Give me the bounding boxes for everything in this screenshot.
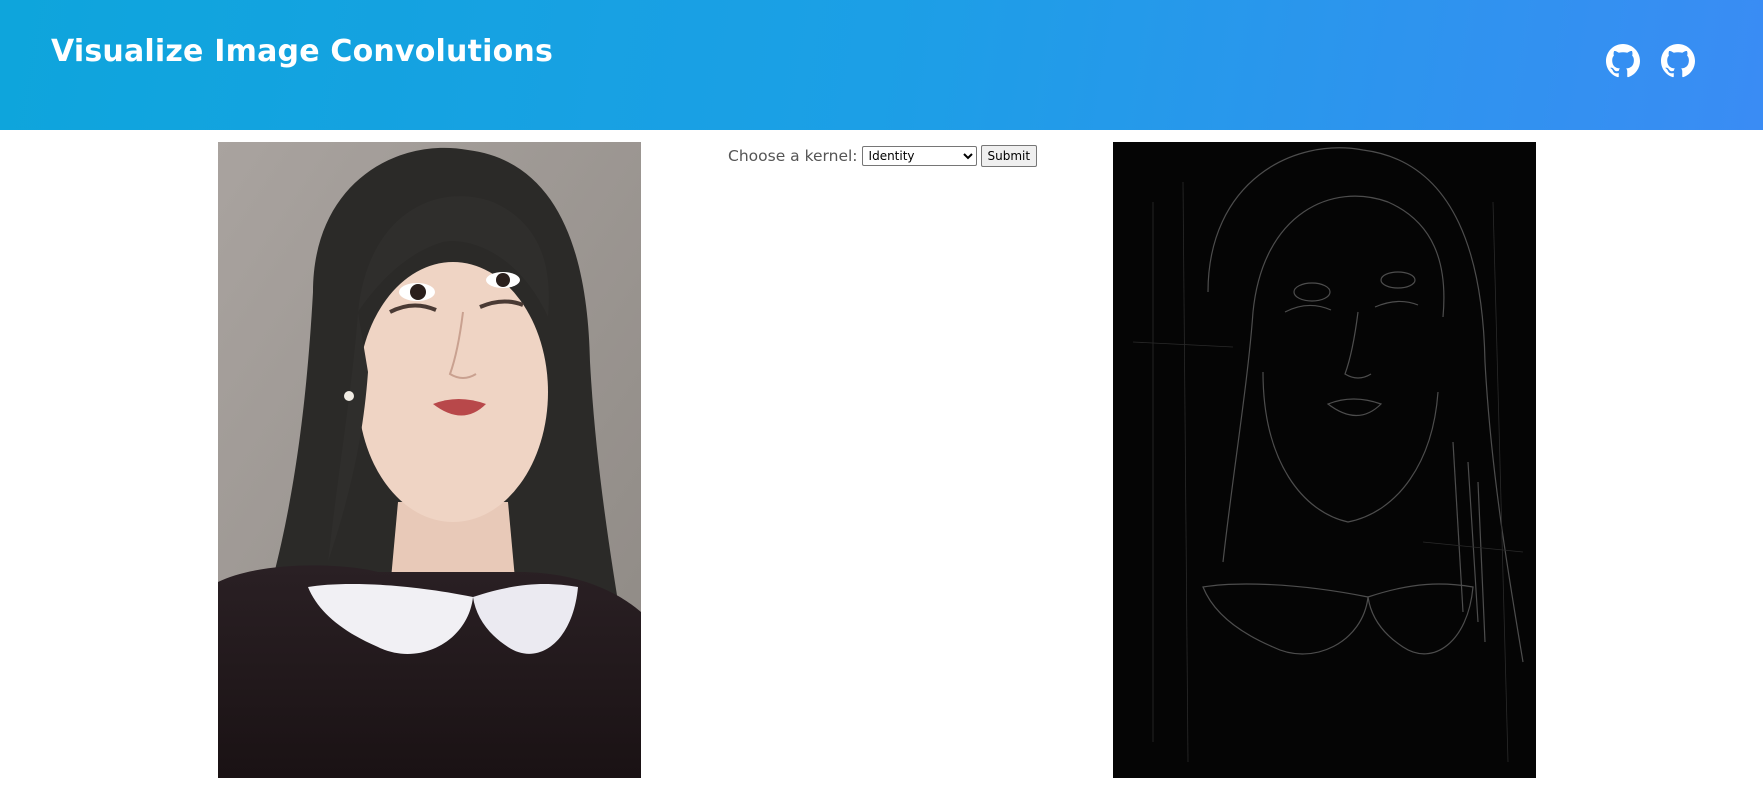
github-icon	[1606, 44, 1640, 78]
original-image	[218, 142, 641, 778]
kernel-label: Choose a kernel:	[728, 147, 858, 165]
app-header: Visualize Image Convolutions	[0, 0, 1763, 130]
page-title: Visualize Image Convolutions	[51, 34, 554, 69]
kernel-controls: Choose a kernel: Identity Submit	[728, 145, 1038, 167]
portrait-photo	[218, 142, 641, 778]
submit-button[interactable]: Submit	[980, 145, 1038, 167]
convolved-image	[1113, 142, 1536, 778]
github-icon	[1661, 44, 1695, 78]
github-link-1[interactable]	[1606, 44, 1640, 78]
edge-detected-portrait	[1113, 142, 1536, 778]
kernel-select[interactable]: Identity	[861, 146, 977, 166]
github-link-2[interactable]	[1661, 44, 1695, 78]
